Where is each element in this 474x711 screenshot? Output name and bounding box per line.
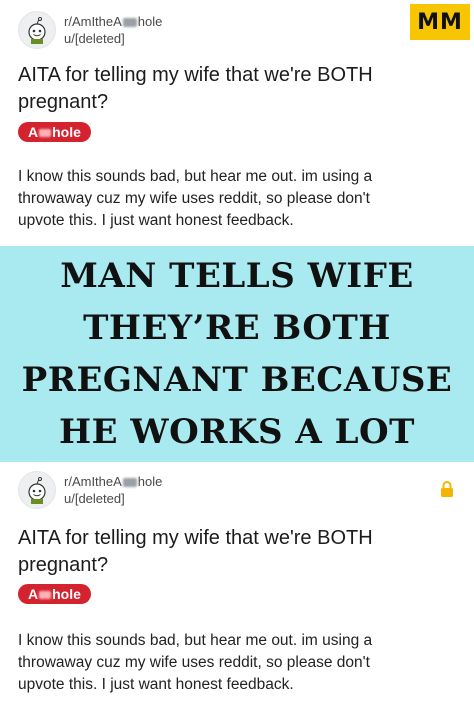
post-meta: r/AmItheA hole u/[deleted] bbox=[18, 470, 162, 510]
post-body-line: upvote this. I just want honest feedback… bbox=[18, 212, 294, 229]
post-body-line: throwaway cuz my wife uses reddit, so pl… bbox=[18, 190, 370, 207]
headline-line: HE WORKS A LOT bbox=[59, 412, 415, 452]
censor-blur bbox=[39, 129, 52, 138]
post-body: I know this sounds bad, but hear me out.… bbox=[18, 166, 456, 232]
post-body-line: throwaway cuz my wife uses reddit, so pl… bbox=[18, 654, 370, 671]
post-title[interactable]: AITA for telling my wife that we're BOTH… bbox=[18, 62, 456, 116]
post-body-line: upvote this. I just want honest feedback… bbox=[18, 676, 294, 693]
post-body-line: I know this sounds bad, but hear me out.… bbox=[18, 168, 373, 185]
subreddit-name[interactable]: r/AmItheA hole bbox=[64, 473, 162, 490]
post-body: I know this sounds bad, but hear me out.… bbox=[18, 630, 456, 696]
post-flair[interactable]: Ahole bbox=[18, 584, 91, 604]
reddit-snoo-avatar-icon[interactable] bbox=[18, 471, 56, 509]
post-title-line: pregnant? bbox=[18, 91, 109, 113]
post-title-line: AITA for telling my wife that we're BOTH bbox=[18, 527, 373, 549]
post-title-line: pregnant? bbox=[18, 554, 109, 576]
subreddit-name[interactable]: r/AmItheA hole bbox=[64, 13, 162, 30]
username[interactable]: u/[deleted] bbox=[64, 490, 162, 507]
headline-line: THEY’RE BOTH bbox=[83, 308, 391, 348]
post-meta: r/AmItheA hole u/[deleted] bbox=[18, 10, 162, 50]
brand-logo: MM bbox=[410, 4, 470, 40]
username[interactable]: u/[deleted] bbox=[64, 30, 162, 47]
censor-blur bbox=[122, 18, 137, 28]
reddit-post-bottom: r/AmItheA hole u/[deleted] AITA for telli… bbox=[0, 462, 474, 711]
lock-icon bbox=[441, 481, 453, 497]
censor-blur bbox=[39, 591, 52, 600]
post-flair[interactable]: Ahole bbox=[18, 122, 91, 142]
reddit-snoo-avatar-icon[interactable] bbox=[18, 11, 56, 49]
post-title[interactable]: AITA for telling my wife that we're BOTH… bbox=[18, 525, 456, 579]
headline-banner: MAN TELLS WIFE THEY’RE BOTH PREGNANT BEC… bbox=[0, 246, 474, 462]
reddit-post-top: r/AmItheA hole u/[deleted] AITA for telli… bbox=[0, 0, 474, 246]
post-title-line: AITA for telling my wife that we're BOTH bbox=[18, 64, 373, 86]
headline-line: MAN TELLS WIFE bbox=[60, 256, 414, 296]
censor-blur bbox=[122, 478, 137, 488]
headline-line: PREGNANT BECAUSE bbox=[21, 360, 453, 400]
post-body-line: I know this sounds bad, but hear me out.… bbox=[18, 632, 373, 649]
